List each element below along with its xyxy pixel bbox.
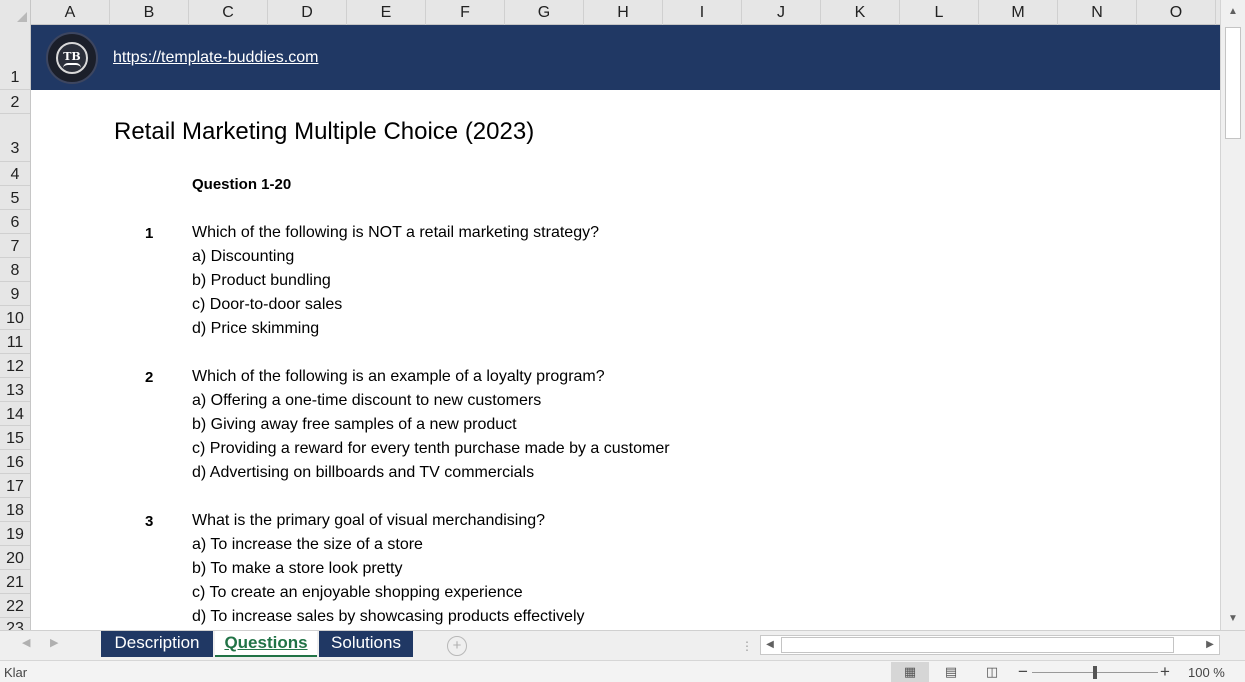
row-header-11[interactable]: 11 <box>0 330 30 354</box>
row-header-5[interactable]: 5 <box>0 186 30 210</box>
worksheet-grid[interactable]: TB https://template-buddies.com Retail M… <box>31 25 1220 630</box>
logo: TB <box>46 32 98 84</box>
answer-option: b) Giving away free samples of a new pro… <box>192 416 517 433</box>
page-title: Retail Marketing Multiple Choice (2023) <box>114 118 535 145</box>
question-number: 1 <box>145 225 154 242</box>
tab-questions[interactable]: Questions <box>215 631 317 657</box>
question-number: 3 <box>145 513 154 530</box>
column-header-g[interactable]: G <box>505 0 584 25</box>
scroll-down-icon[interactable]: ▼ <box>1224 610 1242 628</box>
horizontal-scroll-thumb[interactable] <box>781 637 1174 653</box>
page-layout-icon[interactable]: ▤ <box>932 662 970 682</box>
row-header-8[interactable]: 8 <box>0 258 30 282</box>
row-header: 1 2 3 4 5 6 7 8 9 10 11 12 13 14 15 16 1… <box>0 25 31 630</box>
tab-scroll-left-icon[interactable]: ◀ <box>22 636 30 649</box>
column-header-d[interactable]: D <box>268 0 347 25</box>
row-header-14[interactable]: 14 <box>0 402 30 426</box>
row-header-2[interactable]: 2 <box>0 90 30 114</box>
column-header-f[interactable]: F <box>426 0 505 25</box>
row-header-20[interactable]: 20 <box>0 546 30 570</box>
row-header-1[interactable]: 1 <box>0 25 30 90</box>
zoom-out-icon[interactable]: − <box>1018 661 1028 682</box>
row-header-22[interactable]: 22 <box>0 594 30 618</box>
answer-option: a) Discounting <box>192 248 295 265</box>
vertical-scrollbar[interactable]: ▲ ▼ <box>1220 0 1245 630</box>
tab-solutions[interactable]: Solutions <box>319 631 413 657</box>
column-header-n[interactable]: N <box>1058 0 1137 25</box>
answer-option: d) To increase sales by showcasing produ… <box>192 608 585 625</box>
status-bar: Klar ▦ ▤ ◫ − + 100 % <box>0 660 1245 682</box>
zoom-slider-thumb[interactable] <box>1093 666 1097 679</box>
row-header-3[interactable]: 3 <box>0 114 30 162</box>
page-break-icon[interactable]: ◫ <box>973 662 1011 682</box>
normal-view-icon[interactable]: ▦ <box>891 662 929 682</box>
column-header-h[interactable]: H <box>584 0 663 25</box>
answer-option: a) Offering a one-time discount to new c… <box>192 392 542 409</box>
logo-text: TB <box>63 50 81 63</box>
horizontal-scrollbar[interactable]: ◀ ▶ <box>760 635 1220 655</box>
column-header: A B C D E F G H I J K L M N O <box>0 0 1220 25</box>
tab-scroll-right-icon[interactable]: ▶ <box>50 636 58 649</box>
scroll-right-icon[interactable]: ▶ <box>1201 636 1219 654</box>
scroll-left-icon[interactable]: ◀ <box>761 636 779 654</box>
row-header-18[interactable]: 18 <box>0 498 30 522</box>
answer-option: b) To make a store look pretty <box>192 560 403 577</box>
column-header-k[interactable]: K <box>821 0 900 25</box>
question-text: Which of the following is an example of … <box>192 368 605 385</box>
answer-option: d) Price skimming <box>192 320 320 337</box>
column-header-a[interactable]: A <box>31 0 110 25</box>
scroll-up-icon[interactable]: ▲ <box>1224 3 1242 21</box>
column-header-i[interactable]: I <box>663 0 742 25</box>
section-header: Question 1-20 <box>192 176 292 193</box>
answer-option: c) Providing a reward for every tenth pu… <box>192 440 670 457</box>
answer-option: a) To increase the size of a store <box>192 536 423 553</box>
sheet-tab-bar: ◀ ▶ Description Questions Solutions + ⋮ … <box>0 630 1245 660</box>
answer-option: b) Product bundling <box>192 272 331 289</box>
column-header-o[interactable]: O <box>1137 0 1216 25</box>
row-header-13[interactable]: 13 <box>0 378 30 402</box>
zoom-in-icon[interactable]: + <box>1160 661 1170 682</box>
row-header-12[interactable]: 12 <box>0 354 30 378</box>
question-text: What is the primary goal of visual merch… <box>192 512 546 529</box>
tab-split-handle-icon[interactable]: ⋮ <box>741 639 753 653</box>
answer-option: c) To create an enjoyable shopping exper… <box>192 584 523 601</box>
row-header-4[interactable]: 4 <box>0 162 30 186</box>
column-header-c[interactable]: C <box>189 0 268 25</box>
row-header-16[interactable]: 16 <box>0 450 30 474</box>
row-header-9[interactable]: 9 <box>0 282 30 306</box>
question-text: Which of the following is NOT a retail m… <box>192 224 599 241</box>
tab-description[interactable]: Description <box>101 631 213 657</box>
row-header-15[interactable]: 15 <box>0 426 30 450</box>
row-header-21[interactable]: 21 <box>0 570 30 594</box>
website-link[interactable]: https://template-buddies.com <box>113 49 318 67</box>
row-header-19[interactable]: 19 <box>0 522 30 546</box>
row-header-23[interactable]: 23 <box>0 618 30 630</box>
select-all-triangle-icon <box>17 12 27 22</box>
answer-option: d) Advertising on billboards and TV comm… <box>192 464 535 481</box>
row-header-7[interactable]: 7 <box>0 234 30 258</box>
column-header-j[interactable]: J <box>742 0 821 25</box>
header-banner: TB https://template-buddies.com <box>31 25 1220 90</box>
question-number: 2 <box>145 369 154 386</box>
column-header-m[interactable]: M <box>979 0 1058 25</box>
vertical-scroll-thumb[interactable] <box>1225 27 1241 139</box>
logo-emblem-icon: TB <box>56 42 88 74</box>
row-header-10[interactable]: 10 <box>0 306 30 330</box>
row-header-17[interactable]: 17 <box>0 474 30 498</box>
column-header-b[interactable]: B <box>110 0 189 25</box>
status-ready-text: Klar <box>4 665 28 680</box>
row-header-6[interactable]: 6 <box>0 210 30 234</box>
add-sheet-icon[interactable]: + <box>447 636 467 656</box>
column-header-e[interactable]: E <box>347 0 426 25</box>
book-icon <box>63 63 81 68</box>
select-all-corner[interactable] <box>0 0 31 25</box>
answer-option: c) Door-to-door sales <box>192 296 343 313</box>
zoom-level[interactable]: 100 % <box>1188 665 1225 680</box>
column-header-l[interactable]: L <box>900 0 979 25</box>
